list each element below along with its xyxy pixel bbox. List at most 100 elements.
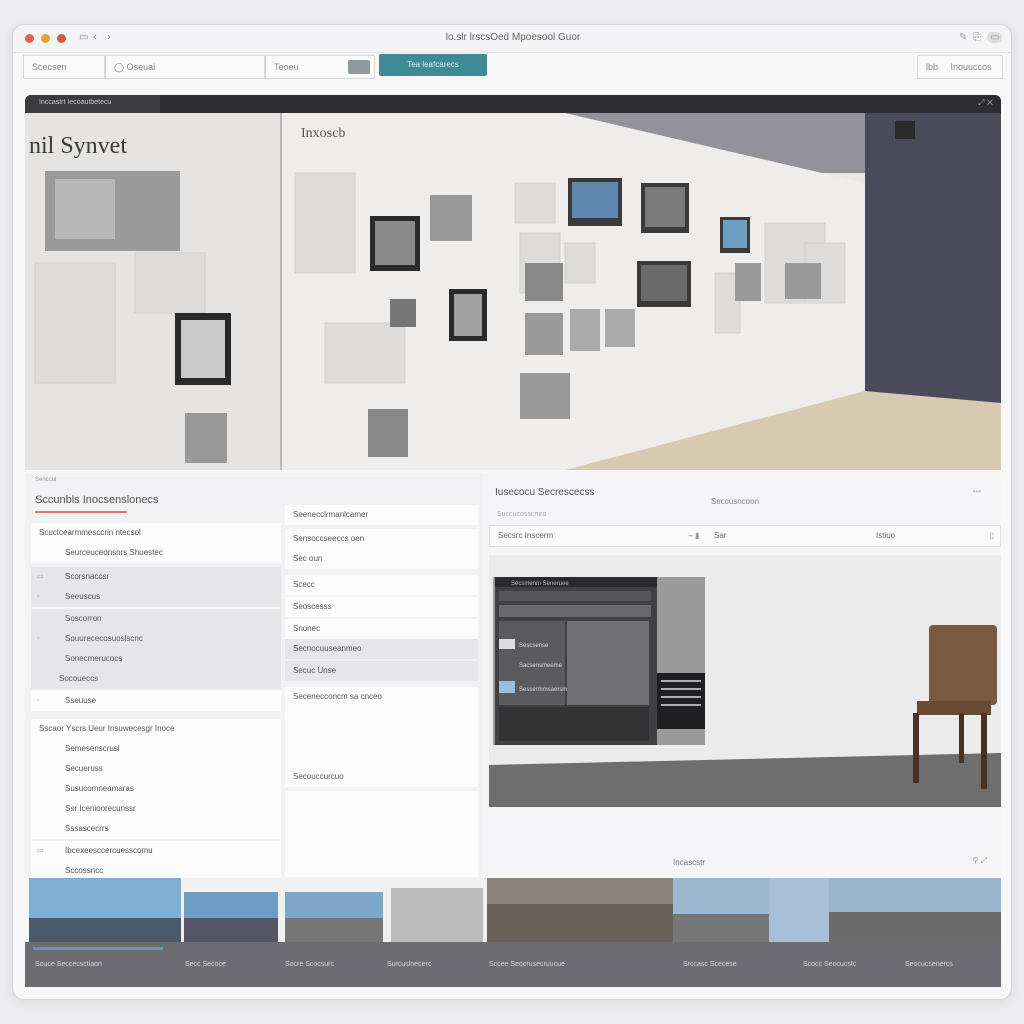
- row-icon: ◦: [37, 635, 40, 642]
- filmstrip-label[interactable]: Seocucsenercs: [905, 961, 953, 968]
- property-row-empty: [285, 791, 478, 877]
- property-label: Seoscesss: [293, 602, 332, 611]
- list-item-label: Susucomneamaras: [65, 784, 134, 793]
- list-item[interactable]: Ssr Icenioorecunssr: [31, 799, 281, 819]
- list-item[interactable]: Sonecmerucocs: [31, 649, 281, 669]
- wall-title-1: nil Synvet: [29, 133, 127, 159]
- preview-options-icon[interactable]: ⤢ ✕: [978, 98, 993, 108]
- filmstrip-label[interactable]: Surcuslnecerc: [387, 961, 431, 968]
- filmstrip-label[interactable]: Sccee Seocrusecruucue: [489, 961, 565, 968]
- filmstrip-label[interactable]: Scocc Seocucstc: [803, 961, 856, 968]
- option-field-label: Teoeu: [274, 62, 299, 72]
- right-panel-footer-label: Incascstr: [673, 858, 706, 867]
- list-item[interactable]: Semesenscrusl: [31, 739, 281, 759]
- back-icon[interactable]: ‹: [93, 32, 97, 43]
- list-item[interactable]: Sscaor Yscrs Ueur Insuwecesgr Inoce: [31, 719, 281, 739]
- list-item[interactable]: Secueruss: [31, 759, 281, 779]
- maximize-window-button[interactable]: [57, 34, 66, 43]
- search-field[interactable]: Scecsen: [23, 55, 105, 79]
- list-item-label: Socoueccs: [59, 674, 99, 683]
- list-item[interactable]: Seurceuceonsnrs Shuestec: [31, 543, 281, 563]
- right-tool-label-1: lbb: [926, 62, 939, 72]
- minimize-window-button[interactable]: [41, 34, 50, 43]
- property-row[interactable]: Secuc Unse: [285, 661, 478, 681]
- playback-progress-bar[interactable]: [33, 947, 163, 950]
- left-panel: Senccul Sccunbls Inocsenslonecs Scuctcea…: [25, 473, 483, 881]
- filter-field[interactable]: ◯ Oseual: [105, 55, 265, 79]
- room-illustration: Secsmenm Seneruee Sescsense Sacsensmeeme…: [489, 555, 1001, 807]
- list-item[interactable]: Susucomneamaras: [31, 779, 281, 799]
- list-item[interactable]: Sssascecrrs: [31, 819, 281, 839]
- list-item-label: Sssascecrrs: [65, 824, 109, 833]
- close-window-button[interactable]: [25, 34, 34, 43]
- property-row[interactable]: Secnocuuseanmeo: [285, 639, 478, 659]
- property-row[interactable]: Seoscesss: [285, 597, 478, 617]
- property-row[interactable]: Sec oun: [285, 549, 478, 569]
- filmstrip-label[interactable]: Souce Seccecsctiaon: [35, 961, 102, 968]
- screen-row-label: Sescsense: [519, 643, 549, 649]
- property-label: Scecc: [293, 580, 315, 589]
- screen-row-label: Sessermmsaersm: [519, 687, 567, 693]
- breadcrumb[interactable]: Senccul: [35, 477, 56, 483]
- list-item[interactable]: Socoueccs: [31, 669, 281, 689]
- property-label: Seenecclrmanlcamer: [293, 510, 369, 519]
- dropdown-icon[interactable]: ▯: [990, 526, 994, 546]
- list-item-label: Sccossncc: [65, 866, 104, 875]
- list-item[interactable]: ◦ Souurececosuoslscnc: [31, 629, 281, 649]
- filmstrip-labels: Souce Seccecsctiaon Secc Secoce Socre Sc…: [25, 942, 1001, 987]
- filmstrip-label[interactable]: Socre Scocsurc: [285, 961, 334, 968]
- list-item-label: Scorsnaccsr: [65, 572, 110, 581]
- sidebar-toggle-icon[interactable]: ▭: [79, 32, 88, 43]
- filmstrip-thumbnails: [29, 878, 1001, 942]
- list-item-label: Secueruss: [65, 764, 103, 773]
- filmstrip-label[interactable]: Secc Secoce: [185, 961, 226, 968]
- list-item-label: Ssr Icenioorecunssr: [65, 804, 136, 813]
- list-item[interactable]: ◦ Seeuscus: [31, 587, 281, 607]
- list-item[interactable]: ▭ Ibcexeesccercuesscomu: [31, 841, 281, 861]
- list-item[interactable]: ▭ Scorsnaccsr: [31, 567, 281, 587]
- list-item-label: Ibcexeesccercuesscomu: [65, 846, 153, 855]
- wall-title-2: Inxoscb: [301, 126, 345, 141]
- property-row[interactable]: Sensoccseeccs oen: [285, 529, 478, 549]
- property-row[interactable]: Scecc: [285, 575, 478, 595]
- filter-label: Oseual: [126, 62, 156, 72]
- title-bar: ▭ ‹ › lo.slr lrscsOed Mpoesool Guor ✎ ⎘ …: [13, 25, 1011, 53]
- right-panel-title: Iusecocu Secrescecss: [495, 487, 595, 498]
- list-item[interactable]: ◦ Sseuuse: [31, 691, 281, 711]
- field-mid-label: Sar: [714, 531, 727, 540]
- window-icon[interactable]: ▭: [987, 32, 1003, 43]
- more-options-icon[interactable]: •••: [973, 487, 981, 496]
- option-field[interactable]: Teoeu: [265, 55, 375, 79]
- property-row[interactable]: Seenecclrmanlcamer: [285, 505, 478, 525]
- list-item[interactable]: Scuctcearmmesccrin ntecsol: [31, 523, 281, 543]
- left-panel-title: Sccunbls Inocsenslonecs: [35, 494, 159, 506]
- list-item-label: Semesenscrusl: [65, 744, 120, 753]
- property-row[interactable]: Secenecconcm sa cnceo: [285, 687, 478, 767]
- list-item-label: Seeuscus: [65, 592, 101, 601]
- property-label: Secenecconcm sa cnceo: [293, 692, 382, 701]
- primary-action-button[interactable]: Tea leafcarecs: [379, 54, 487, 76]
- view-options-icon[interactable]: ⚲ ⤢: [973, 856, 987, 866]
- gallery-preview-image: nil Synvet Inxoscb: [25, 113, 1001, 470]
- forward-icon[interactable]: ›: [107, 32, 111, 43]
- toggle-icon[interactable]: [348, 60, 370, 74]
- property-label: Sensoccseeccs oen: [293, 534, 365, 543]
- edit-icon[interactable]: ✎: [959, 32, 967, 43]
- right-tool-field[interactable]: lbb Inouuccos: [917, 55, 1003, 79]
- filmstrip-label[interactable]: Srccasc Scecese: [683, 961, 737, 968]
- list-item[interactable]: Soscorron: [31, 609, 281, 629]
- link-icon[interactable]: ⌁ ▮: [688, 526, 699, 546]
- active-tab-indicator: [35, 511, 127, 513]
- property-row[interactable]: Snonec: [285, 619, 478, 639]
- right-panel-field[interactable]: Secsrc Inscerm ⌁ ▮ Sar Istiuo ▯: [489, 525, 1001, 547]
- property-row[interactable]: Secouccurcuo: [285, 767, 478, 787]
- app-window: ▭ ‹ › lo.slr lrscsOed Mpoesool Guor ✎ ⎘ …: [12, 24, 1012, 1000]
- preview-header: Inccastrt Iecoautbetecu ⤢ ✕: [25, 95, 1001, 113]
- right-panel-caption: Succucosscmro: [497, 511, 547, 518]
- room-preview-image: Secsmenm Seneruee Sescsense Sacsensmeeme…: [489, 555, 1001, 807]
- property-label: Sec oun: [293, 554, 323, 563]
- share-icon[interactable]: ⎘: [973, 32, 981, 43]
- field-left-label: Secsrc Inscerm: [498, 531, 554, 540]
- preview-tab[interactable]: Inccastrt Iecoautbetecu: [25, 95, 160, 113]
- row-icon: ◦: [37, 697, 40, 704]
